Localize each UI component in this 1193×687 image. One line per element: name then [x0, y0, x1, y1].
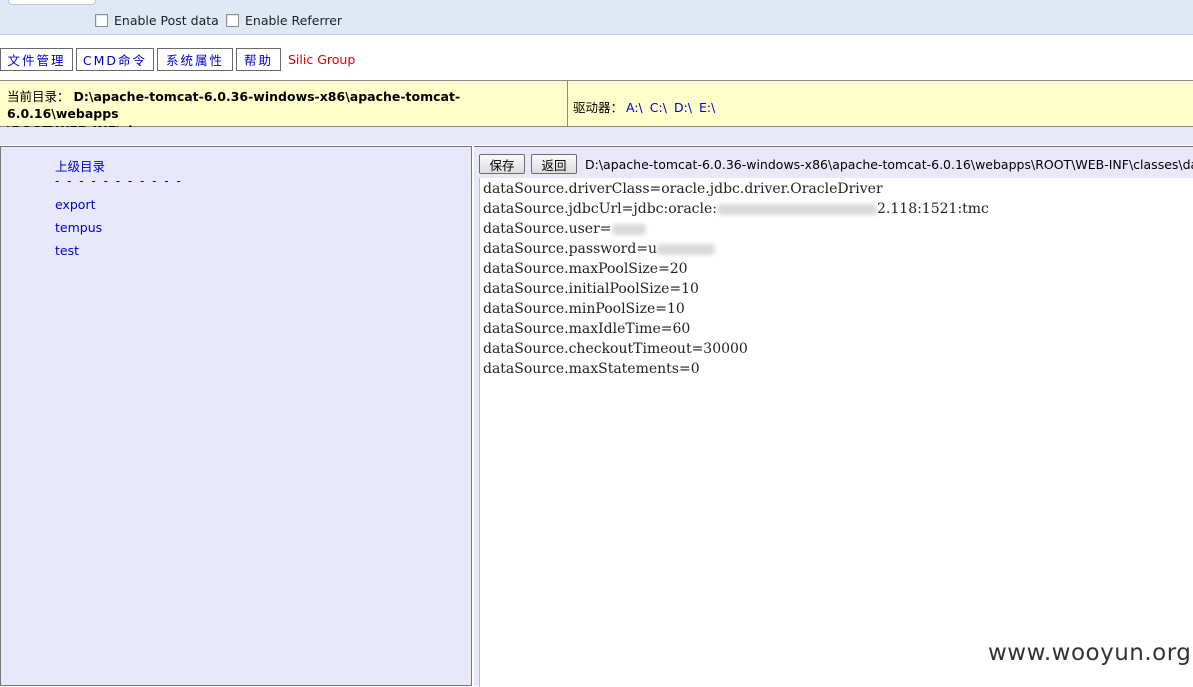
current-directory-path-1: D:\apache-tomcat-6.0.36-windows-x86\apac… — [7, 89, 461, 121]
editor-line: dataSource.maxIdleTime=60 — [483, 321, 691, 337]
drive-a-link[interactable]: A:\ — [626, 100, 643, 115]
watermark: www.wooyun.org — [988, 640, 1192, 666]
system-properties-button[interactable]: 系统属性 — [157, 48, 233, 71]
file-manager-button[interactable]: 文件管理 — [0, 48, 73, 71]
editor-line: dataSource.driverClass=oracle.jdbc.drive… — [483, 181, 883, 197]
file-content-textarea[interactable]: dataSource.driverClass=oracle.jdbc.drive… — [479, 178, 1193, 687]
folder-link-tempus[interactable]: tempus — [55, 220, 102, 235]
path-bar: 当前目录： D:\apache-tomcat-6.0.36-windows-x8… — [0, 80, 1193, 138]
jdbc-url-suffix: 2.118:1521:tmc — [877, 201, 989, 217]
drives: 驱动器： A:\ C:\ D:\ E:\ — [573, 97, 719, 116]
separator-band — [0, 127, 1193, 145]
file-editor-pane: 保存 返回 D:\apache-tomcat-6.0.36-windows-x8… — [474, 146, 1193, 687]
brand-label: Silic Group — [288, 52, 356, 67]
jdbc-url-prefix: dataSource.jdbcUrl=jdbc:oracle: — [483, 201, 718, 217]
editor-line: dataSource.initialPoolSize=10 — [483, 281, 699, 297]
redacted-user — [611, 223, 646, 235]
cmd-button[interactable]: CMD命令 — [76, 48, 154, 71]
drives-label: 驱动器： — [573, 100, 624, 115]
help-button[interactable]: 帮助 — [236, 48, 281, 71]
redacted-password — [657, 243, 716, 255]
enable-referrer-checkbox[interactable]: Enable Referrer — [226, 13, 342, 28]
checkbox-box[interactable] — [226, 14, 239, 27]
drive-e-link[interactable]: E:\ — [699, 100, 715, 115]
drive-c-link[interactable]: C:\ — [650, 100, 667, 115]
editor-line: dataSource.user= — [483, 219, 1193, 239]
editor-line: dataSource.maxStatements=0 — [483, 361, 700, 377]
browser-toolbar: Enable Post data Enable Referrer — [0, 0, 1193, 35]
editor-line: dataSource.jdbcUrl=jdbc:oracle: 2.118:152… — [483, 199, 1193, 219]
back-button[interactable]: 返回 — [531, 154, 577, 174]
save-button[interactable]: 保存 — [479, 154, 525, 174]
drive-d-link[interactable]: D:\ — [674, 100, 692, 115]
checkbox-box[interactable] — [95, 14, 108, 27]
tree-separator: - - - - - - - - - - - — [55, 174, 183, 188]
enable-post-data-checkbox[interactable]: Enable Post data — [95, 13, 219, 28]
browser-tab[interactable] — [8, 0, 96, 5]
user-prefix: dataSource.user= — [483, 221, 612, 237]
current-directory-label: 当前目录： — [7, 89, 70, 104]
enable-post-data-label: Enable Post data — [114, 13, 219, 28]
editor-line: dataSource.checkoutTimeout=30000 — [483, 341, 748, 357]
folder-link-test[interactable]: test — [55, 243, 79, 258]
redacted-host — [717, 203, 878, 215]
editor-line: dataSource.password=u — [483, 239, 1193, 259]
divider — [567, 81, 568, 126]
editor-line: dataSource.minPoolSize=10 — [483, 301, 685, 317]
directory-tree-pane: 上级目录 - - - - - - - - - - - export tempus… — [0, 146, 472, 686]
parent-directory-link[interactable]: 上级目录 — [55, 156, 105, 175]
password-prefix: dataSource.password=u — [483, 241, 658, 257]
file-path: D:\apache-tomcat-6.0.36-windows-x86\apac… — [585, 157, 1193, 172]
enable-referrer-label: Enable Referrer — [245, 13, 343, 28]
editor-line: dataSource.maxPoolSize=20 — [483, 261, 688, 277]
folder-link-export[interactable]: export — [55, 197, 96, 212]
